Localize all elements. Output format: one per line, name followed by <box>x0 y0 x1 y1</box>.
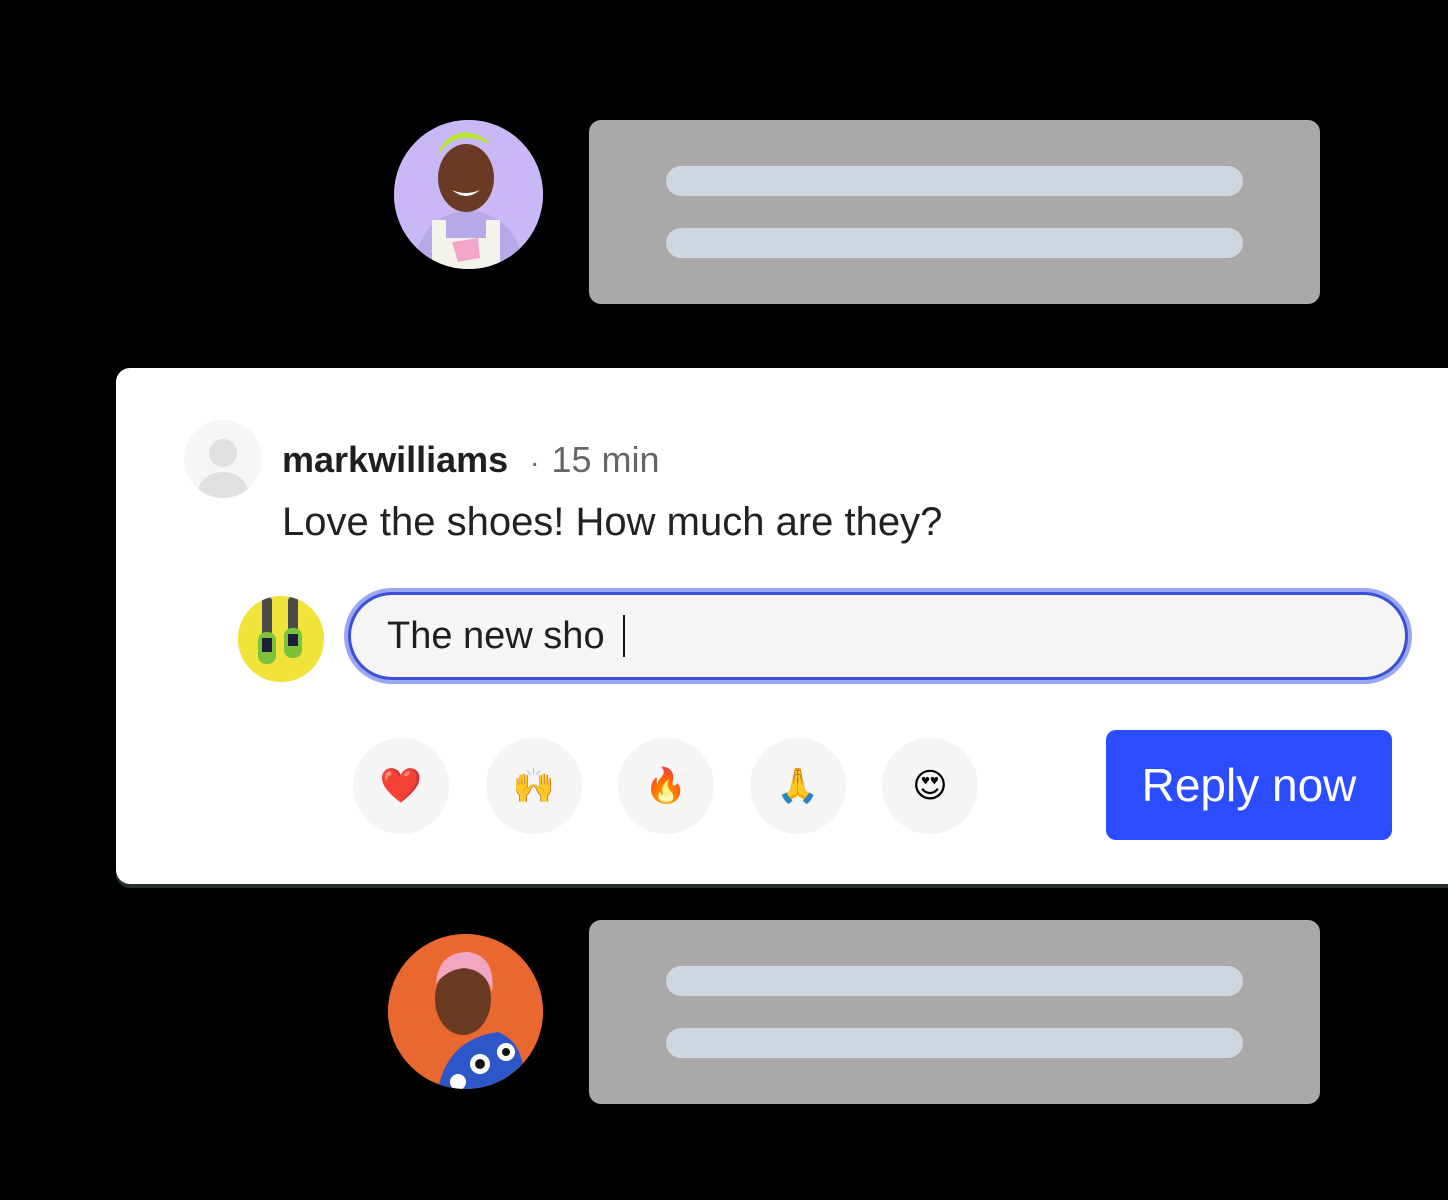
default-avatar-icon <box>184 420 262 498</box>
text-caret <box>622 615 625 657</box>
meta-separator: · <box>530 447 540 478</box>
heart-eyes-icon: 😍 <box>912 766 948 806</box>
shoes-photo-icon <box>238 596 324 682</box>
comment-username[interactable]: markwilliams <box>282 439 508 480</box>
reaction-heart-button[interactable]: ❤️ <box>353 738 449 834</box>
placeholder-comment-card-bottom <box>589 920 1320 1104</box>
comment-card: markwilliams · 15 min Love the shoes! How … <box>116 368 1448 884</box>
reaction-heart-eyes-button[interactable]: 😍 <box>882 738 978 834</box>
reply-input[interactable]: The new sho <box>348 592 1408 680</box>
placeholder-line <box>666 966 1243 996</box>
comment-text: Love the shoes! How much are they? <box>282 500 943 544</box>
heart-icon: ❤️ <box>379 766 423 806</box>
placeholder-line <box>666 228 1243 258</box>
avatar-top-user <box>394 120 543 269</box>
folded-hands-icon: 🙏 <box>776 766 820 806</box>
reaction-fire-button[interactable]: 🔥 <box>618 738 714 834</box>
person-photo-icon <box>394 120 543 269</box>
reply-user-avatar <box>238 596 324 682</box>
reply-input-value: The new sho <box>387 614 605 657</box>
raising-hands-icon: 🙌 <box>512 766 556 806</box>
placeholder-comment-card-top <box>589 120 1320 304</box>
comment-meta: markwilliams · 15 min <box>282 438 660 485</box>
fire-icon: 🔥 <box>644 766 688 806</box>
placeholder-line <box>666 166 1243 196</box>
reply-now-button[interactable]: Reply now <box>1106 730 1392 840</box>
person-photo-icon <box>388 934 543 1089</box>
avatar-bottom-user <box>388 934 543 1089</box>
placeholder-line <box>666 1028 1243 1058</box>
reaction-raising-hands-button[interactable]: 🙌 <box>486 738 582 834</box>
comment-timestamp: 15 min <box>551 439 660 480</box>
reaction-folded-hands-button[interactable]: 🙏 <box>750 738 846 834</box>
